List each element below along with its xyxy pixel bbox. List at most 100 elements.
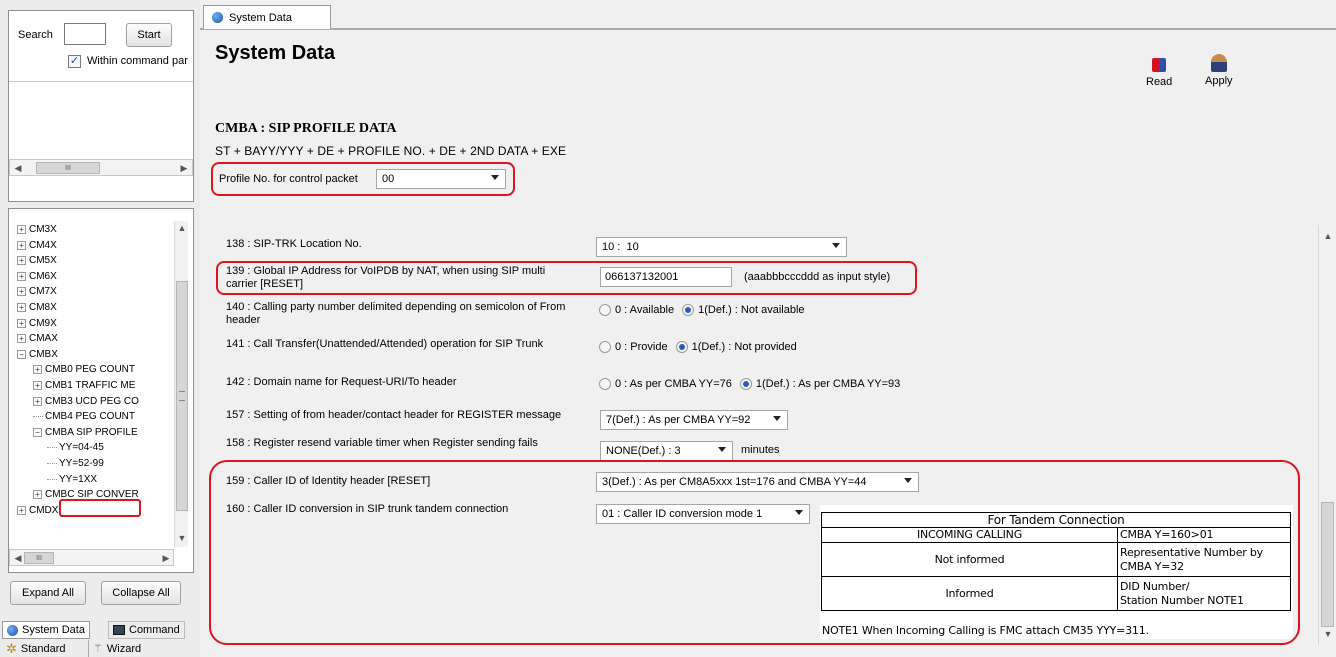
rows-159-160-highlight [209, 460, 1300, 645]
row-140-options: 0 : Available 1(Def.) : Not available [599, 304, 805, 316]
tree-item[interactable]: + CMAX [17, 332, 58, 345]
terminal-icon [113, 625, 125, 635]
expand-icon[interactable]: + [17, 256, 26, 266]
row-142-radio-1[interactable] [739, 378, 752, 390]
tree-item-label: CM8X [29, 302, 57, 313]
row-142-opt0-label: 0 : As per CMBA YY=76 [615, 378, 732, 390]
chevron-down-icon [832, 243, 840, 248]
tree-item[interactable]: − CMBA SIP PROFILE [33, 426, 138, 439]
tree-item[interactable]: + CM8X [17, 301, 57, 314]
tree-item[interactable]: + CM3X [17, 223, 57, 236]
row-158-select[interactable]: NONE(Def.) : 3 [600, 441, 733, 461]
expand-icon[interactable]: + [17, 303, 26, 312]
tree-item-label: CMDX [29, 504, 59, 516]
read-button[interactable]: Read [1146, 58, 1172, 88]
within-command-label: Within command par [87, 55, 188, 67]
tree-item[interactable]: + CMDX [17, 504, 58, 517]
expand-icon[interactable]: + [17, 287, 26, 297]
tree-item[interactable]: + CM5X [17, 254, 57, 267]
row-157-select[interactable]: 7(Def.) : As per CMBA YY=92 [600, 410, 788, 430]
tab-wizard[interactable]: ⚚ Wizard [88, 640, 145, 657]
chevron-down-icon [718, 447, 726, 452]
scroll-down-icon[interactable]: ▼ [1322, 629, 1334, 639]
row-140-radio-1[interactable] [682, 304, 695, 316]
expand-icon[interactable]: + [33, 490, 42, 500]
within-command-checkbox[interactable]: ✓ [68, 55, 81, 68]
tree-item-label: CM7X [29, 286, 57, 298]
apply-button[interactable]: Apply [1205, 54, 1233, 87]
tree-item[interactable]: + CM9X [17, 317, 57, 330]
tab-command-label: Command [129, 624, 180, 636]
tree-vscrollbar[interactable]: ▲ ▼ [174, 221, 188, 547]
scroll-thumb[interactable]: III [36, 162, 100, 174]
tree-item-label: YY=04-45 [59, 442, 104, 454]
collapse-icon[interactable]: − [17, 349, 26, 359]
search-results-hscrollbar[interactable]: ◀ III ▶ [9, 159, 193, 176]
expand-icon[interactable]: + [17, 271, 26, 281]
scroll-up-icon[interactable]: ▲ [176, 223, 188, 233]
main-content: System Data Read Apply CMBA : SIP PROFIL… [203, 30, 1336, 657]
tree-item[interactable]: YY=1XX [47, 473, 97, 486]
tree-item[interactable]: + CMB1 TRAFFIC ME [33, 379, 135, 392]
collapse-all-button[interactable]: Collapse All [101, 581, 181, 605]
tree-item[interactable]: + CM6X [17, 270, 57, 283]
tree-item[interactable]: + CM4X [17, 239, 57, 252]
row-158-label: 158 : Register resend variable timer whe… [226, 437, 538, 449]
tree-item[interactable]: CMB4 PEG COUNT [33, 410, 135, 423]
search-input[interactable] [64, 23, 106, 45]
scroll-right-icon[interactable]: ▶ [178, 162, 190, 174]
row-157-label: 157 : Setting of from header/contact hea… [226, 409, 562, 421]
command-syntax: ST + BAYY/YYY + DE + PROFILE NO. + DE + … [215, 144, 567, 158]
search-label: Search [18, 29, 53, 41]
search-results-list[interactable] [9, 81, 193, 167]
expand-icon[interactable]: + [17, 225, 26, 234]
row-142-radio-0[interactable] [599, 378, 611, 390]
tab-command[interactable]: Command [108, 621, 185, 639]
start-button[interactable]: Start [126, 23, 172, 47]
tree-hscrollbar[interactable]: ◀ III ▶ [9, 549, 174, 566]
expand-all-button[interactable]: Expand All [10, 581, 86, 605]
main-scroll-thumb[interactable] [1321, 502, 1334, 627]
row-140-radio-0[interactable] [599, 304, 611, 316]
scroll-left-icon[interactable]: ◀ [12, 552, 24, 564]
expand-icon[interactable]: + [17, 318, 26, 328]
expand-icon[interactable]: + [33, 381, 42, 390]
tree-item-label: CMB1 TRAFFIC ME [45, 380, 136, 391]
page-title: System Data [215, 42, 336, 64]
expand-icon[interactable]: + [33, 396, 42, 406]
tab-label: System Data [229, 11, 292, 24]
tree-item[interactable]: − CMBX [17, 348, 58, 361]
tree-highlight [59, 499, 141, 517]
tree-connector [33, 416, 43, 418]
expand-icon[interactable]: + [17, 505, 26, 515]
row-158-value: NONE(Def.) : 3 [606, 445, 681, 457]
tab-system-data[interactable]: System Data [2, 621, 90, 639]
collapse-icon[interactable]: − [33, 427, 42, 437]
tree-item[interactable]: YY=04-45 [47, 441, 104, 454]
tree-item-label: CM4X [29, 239, 57, 251]
tree-item[interactable]: + CM7X [17, 285, 57, 298]
main-vscrollbar[interactable]: ▲ ▼ [1318, 225, 1336, 645]
tree-item[interactable]: YY=52-99 [47, 457, 104, 470]
scroll-thumb[interactable]: III [24, 552, 54, 564]
scroll-right-icon[interactable]: ▶ [160, 552, 172, 564]
tree-connector [47, 463, 57, 464]
tree-item[interactable]: + CMB3 UCD PEG CO [33, 395, 139, 408]
expand-icon[interactable]: + [33, 365, 42, 375]
tree-item[interactable]: + CMB0 PEG COUNT [33, 363, 135, 376]
row-141-radio-0[interactable] [599, 341, 611, 353]
tab-standard[interactable]: ✲ Standard [2, 640, 70, 657]
row-138-select[interactable]: 10 : 10 [596, 237, 847, 257]
scroll-left-icon[interactable]: ◀ [12, 162, 24, 174]
scroll-up-icon[interactable]: ▲ [1322, 231, 1334, 241]
expand-icon[interactable]: + [17, 240, 26, 250]
row-140-opt0-label: 0 : Available [615, 304, 675, 316]
expand-icon[interactable]: + [17, 334, 26, 344]
scroll-down-icon[interactable]: ▼ [176, 533, 188, 543]
tree-item-label: CMBA SIP PROFILE [45, 426, 138, 438]
grip-icon [179, 391, 185, 401]
row-141-radio-1[interactable] [675, 341, 688, 353]
tab-system-data-main[interactable]: System Data [203, 5, 331, 29]
row-139-highlight [216, 261, 917, 295]
row-140-label: 140 : Calling party number delimited dep… [226, 301, 566, 326]
